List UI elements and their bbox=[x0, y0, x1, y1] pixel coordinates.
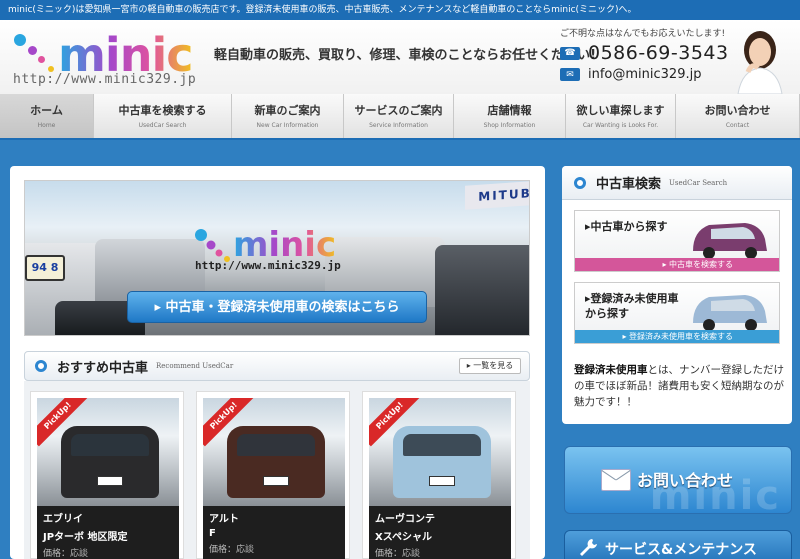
main-content-panel: MITUB 94 8 minic http://www.minic329.jp … bbox=[10, 166, 545, 559]
nav-item-4[interactable]: 店舗情報 Shop Information bbox=[454, 94, 566, 138]
banner-button-label: 中古車・登録済未使用車の検索はこちら bbox=[165, 300, 400, 315]
nav-item-label: 中古車を検索する bbox=[118, 104, 207, 117]
banner-car: 94 8 bbox=[25, 255, 65, 281]
header-contact: ご不明な点はなんでもお応えいたします! ☎ 0586-69-3543 ✉ inf… bbox=[560, 26, 730, 82]
header-tagline: 軽自動車の販売、買取り、修理、車検のことならお任せください! bbox=[214, 48, 597, 63]
car-grade: F bbox=[209, 528, 216, 539]
recommend-header: おすすめ中古車 Recommend UsedCar ▸ 一覧を見る bbox=[24, 351, 530, 381]
sidebar-search-panel: 中古車検索 UsedCar Search ▸中古車から探す ▸ 中古車を検索する ▸… bbox=[562, 166, 792, 424]
dealer-sign: MITUB bbox=[465, 181, 529, 210]
nav-item-sublabel: Car Wanting is Looks For. bbox=[582, 122, 659, 129]
car-icon bbox=[693, 223, 767, 259]
contact-note: ご不明な点はなんでもお応えいたします! bbox=[560, 29, 726, 39]
circle-bullet-icon bbox=[35, 360, 47, 372]
nav-item-sublabel: Contact bbox=[725, 122, 750, 129]
nav-item-sublabel: Service Information bbox=[369, 122, 428, 129]
car-name: エブリイ bbox=[43, 514, 83, 525]
hero-banner[interactable]: MITUB 94 8 minic http://www.minic329.jp … bbox=[24, 180, 530, 336]
recommend-card[interactable]: PickUp! エブリイ JPターボ 地区限定 価格：応談 bbox=[30, 391, 184, 559]
mail-icon: ✉ bbox=[560, 68, 580, 81]
recommend-subtitle: Recommend UsedCar bbox=[156, 362, 234, 370]
service-maintenance-button[interactable]: サービス&メンテナンス bbox=[564, 530, 792, 559]
top-info-bar: minic(ミニック)は愛知県一宮市の軽自動車の販売店です。登録済未使用車の販売… bbox=[0, 0, 800, 20]
card-caption: ムーヴコンテ Xスペシャル 価格：応談 bbox=[369, 506, 511, 559]
nav-item-sublabel: New Car Information bbox=[256, 122, 319, 129]
car-grade: JPターボ 地区限定 bbox=[43, 532, 128, 543]
staff-woman-avatar bbox=[737, 31, 783, 94]
top-info-text: minic(ミニック)は愛知県一宮市の軽自動車の販売店です。登録済未使用車の販売… bbox=[8, 5, 637, 15]
car-name: アルト bbox=[209, 514, 239, 525]
car-plate bbox=[429, 476, 455, 486]
car-photo: PickUp! bbox=[369, 398, 511, 506]
nav-item-5[interactable]: 欲しい車探します Car Wanting is Looks For. bbox=[566, 94, 676, 138]
usedcar-search-banner-button[interactable]: ▸ 中古車・登録済未使用車の検索はこちら bbox=[127, 291, 427, 323]
banner-logo: minic http://www.minic329.jp bbox=[191, 225, 381, 275]
nav-item-1[interactable]: 中古車を検索する UsedCar Search bbox=[94, 94, 232, 138]
car-plate bbox=[97, 476, 123, 486]
car-photo: PickUp! bbox=[203, 398, 345, 506]
car-price: 価格：応談 bbox=[209, 545, 255, 555]
car-icon bbox=[693, 295, 767, 331]
search-box-bar: ▸ 中古車を検索する bbox=[575, 258, 779, 271]
nav-item-0[interactable]: ホーム Home bbox=[0, 94, 94, 138]
search-box-label: ▸登録済み未使用車 から探す bbox=[585, 292, 679, 320]
nav-item-sublabel: Shop Information bbox=[483, 122, 536, 129]
recommend-card-list: PickUp! エブリイ JPターボ 地区限定 価格：応談 PickUp! アルト F 価格：… bbox=[24, 381, 530, 559]
card-caption: エブリイ JPターボ 地区限定 価格：応談 bbox=[37, 506, 179, 559]
car-window bbox=[237, 434, 315, 456]
unregistered-car-description: 登録済未使用車とは、ナンバー登録しただけの車でほぼ新品！諸費用も安く短納期なのが… bbox=[574, 362, 784, 410]
contact-button-label: お問い合わせ bbox=[637, 471, 734, 490]
car-photo: PickUp! bbox=[37, 398, 179, 506]
nav-item-sublabel: Home bbox=[37, 122, 56, 129]
search-box-bar: ▸ 登録済み未使用車を検索する bbox=[575, 330, 779, 343]
car-price: 価格：応談 bbox=[43, 549, 89, 559]
recommend-title: おすすめ中古車 bbox=[57, 360, 149, 376]
nav-item-3[interactable]: サービスのご案内 Service Information bbox=[344, 94, 454, 138]
nav-item-label: 欲しい車探します bbox=[576, 104, 665, 117]
car-grade: Xスペシャル bbox=[375, 532, 433, 543]
search-box-label: ▸中古車から探す bbox=[585, 220, 668, 233]
service-button-label: サービス&メンテナンス bbox=[605, 542, 757, 558]
nav-item-label: 新車のご案内 bbox=[254, 104, 321, 117]
car-plate bbox=[263, 476, 289, 486]
search-usedcar-box[interactable]: ▸中古車から探す ▸ 中古車を検索する bbox=[574, 210, 780, 272]
wrench-icon bbox=[580, 539, 597, 556]
contact-button[interactable]: minic お問い合わせ bbox=[564, 446, 792, 519]
nav-item-sublabel: UsedCar Search bbox=[138, 122, 187, 129]
site-logo[interactable]: minic http://www.minic329.jp bbox=[8, 26, 198, 87]
view-list-button[interactable]: ▸ 一覧を見る bbox=[459, 358, 521, 374]
nav-item-label: 店舗情報 bbox=[487, 104, 532, 117]
banner-car bbox=[435, 245, 529, 335]
search-unregistered-box[interactable]: ▸登録済み未使用車 から探す ▸ 登録済み未使用車を検索する bbox=[574, 282, 780, 344]
sidebar-header: 中古車検索 UsedCar Search bbox=[562, 166, 792, 200]
nav-item-6[interactable]: お問い合わせ Contact bbox=[676, 94, 800, 138]
circle-bullet-icon bbox=[574, 176, 586, 189]
nav-item-label: お問い合わせ bbox=[704, 104, 771, 117]
logo-url: http://www.minic329.jp bbox=[13, 72, 197, 87]
phone-icon: ☎ bbox=[560, 46, 580, 60]
chevron-right-icon: ▸ bbox=[154, 300, 166, 315]
car-window bbox=[403, 434, 481, 456]
site-header: minic http://www.minic329.jp 軽自動車の販売、買取り… bbox=[0, 20, 800, 94]
nav-item-2[interactable]: 新車のご案内 New Car Information bbox=[232, 94, 344, 138]
car-price: 価格：応談 bbox=[375, 549, 421, 559]
sidebar-subtitle: UsedCar Search bbox=[669, 178, 728, 187]
phone-number[interactable]: 0586-69-3543 bbox=[588, 42, 729, 64]
car-name: ムーヴコンテ bbox=[375, 514, 435, 525]
email-address[interactable]: info@minic329.jp bbox=[588, 67, 701, 82]
nav-item-label: サービスのご案内 bbox=[354, 104, 443, 117]
banner-url: http://www.minic329.jp bbox=[195, 259, 341, 272]
nav-item-label: ホーム bbox=[30, 104, 63, 117]
recommend-card[interactable]: PickUp! アルト F 価格：応談 bbox=[196, 391, 350, 559]
sidebar-title: 中古車検索 bbox=[596, 177, 662, 192]
envelope-icon bbox=[601, 469, 631, 491]
desc-highlight: 登録済未使用車 bbox=[574, 364, 648, 376]
recommend-card[interactable]: PickUp! ムーヴコンテ Xスペシャル 価格：応談 bbox=[362, 391, 516, 559]
car-window bbox=[71, 434, 149, 456]
main-navigation: ホーム Home 中古車を検索する UsedCar Search 新車のご案内 New C… bbox=[0, 94, 800, 140]
card-caption: アルト F 価格：応談 bbox=[203, 506, 345, 559]
